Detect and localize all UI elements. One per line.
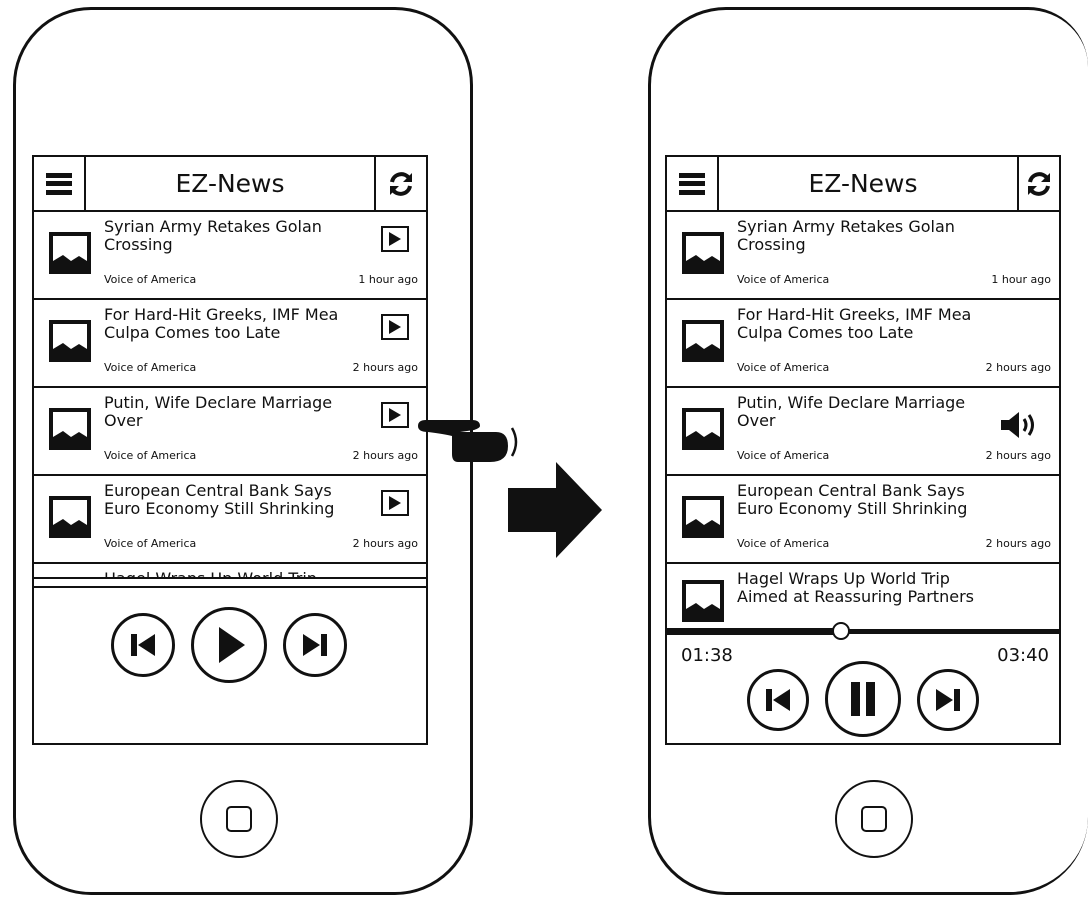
news-time: 2 hours ago bbox=[352, 449, 418, 462]
skip-previous-icon bbox=[766, 689, 790, 711]
refresh-icon bbox=[1028, 171, 1050, 196]
previous-button[interactable] bbox=[111, 613, 175, 677]
news-headline: European Central Bank Says Euro Economy … bbox=[104, 481, 335, 518]
menu-button[interactable] bbox=[667, 157, 719, 210]
news-source: Voice of America bbox=[737, 537, 830, 550]
player-divider bbox=[34, 586, 426, 588]
news-headline: Putin, Wife Declare Marriage Over bbox=[737, 393, 966, 430]
news-headline: Syrian Army Retakes Golan Crossing bbox=[737, 217, 955, 254]
skip-previous-icon bbox=[131, 634, 155, 656]
news-source: Voice of America bbox=[737, 361, 830, 374]
app-screen-after: EZ-News Syrian Army Retakes Golan Crossi… bbox=[665, 155, 1061, 745]
home-icon bbox=[861, 806, 887, 832]
app-header: EZ-News bbox=[667, 157, 1059, 212]
skip-next-icon bbox=[303, 634, 327, 656]
news-headline: Putin, Wife Declare Marriage Over bbox=[104, 393, 333, 430]
progress-fill bbox=[667, 628, 842, 635]
skip-next-icon bbox=[936, 689, 960, 711]
image-icon bbox=[682, 496, 724, 538]
image-icon bbox=[49, 320, 91, 362]
news-source: Voice of America bbox=[104, 361, 197, 374]
player-bar bbox=[34, 577, 426, 743]
image-icon bbox=[682, 408, 724, 450]
news-item[interactable]: Syrian Army Retakes Golan Crossing Voice… bbox=[34, 212, 426, 300]
play-pause-button[interactable] bbox=[825, 661, 901, 737]
news-source: Voice of America bbox=[104, 449, 197, 462]
image-icon bbox=[49, 496, 91, 538]
news-source: Voice of America bbox=[104, 537, 197, 550]
news-headline: For Hard-Hit Greeks, IMF Mea Culpa Comes… bbox=[104, 305, 339, 342]
news-time: 2 hours ago bbox=[985, 537, 1051, 550]
news-item[interactable]: Putin, Wife Declare Marriage Over Voice … bbox=[34, 388, 426, 476]
hamburger-icon bbox=[679, 172, 705, 195]
refresh-icon bbox=[390, 171, 412, 196]
menu-button[interactable] bbox=[34, 157, 86, 210]
pause-icon bbox=[851, 682, 875, 716]
elapsed-time: 01:38 bbox=[681, 645, 733, 666]
news-item[interactable]: For Hard-Hit Greeks, IMF Mea Culpa Comes… bbox=[667, 300, 1059, 388]
play-button[interactable] bbox=[381, 402, 409, 428]
app-title: EZ-News bbox=[175, 169, 285, 198]
news-source: Voice of America bbox=[737, 449, 830, 462]
play-pause-button[interactable] bbox=[191, 607, 267, 683]
news-headline: Syrian Army Retakes Golan Crossing bbox=[104, 217, 322, 254]
total-duration: 03:40 bbox=[997, 645, 1049, 666]
image-icon bbox=[49, 408, 91, 450]
hamburger-icon bbox=[46, 172, 72, 195]
play-icon bbox=[389, 232, 401, 246]
play-icon bbox=[389, 496, 401, 510]
news-source: Voice of America bbox=[737, 273, 830, 286]
next-button[interactable] bbox=[283, 613, 347, 677]
news-time: 2 hours ago bbox=[985, 361, 1051, 374]
home-icon bbox=[226, 806, 252, 832]
progress-slider-handle[interactable] bbox=[832, 622, 851, 640]
news-headline: European Central Bank Says Euro Economy … bbox=[737, 481, 968, 518]
speaker-icon bbox=[1001, 412, 1034, 438]
home-button[interactable] bbox=[835, 780, 913, 858]
news-item[interactable]: European Central Bank Says Euro Economy … bbox=[667, 476, 1059, 564]
news-source: Voice of America bbox=[104, 273, 197, 286]
play-icon bbox=[389, 320, 401, 334]
refresh-button[interactable] bbox=[1017, 157, 1059, 210]
news-item-playing[interactable]: Putin, Wife Declare Marriage Over Voice … bbox=[667, 388, 1059, 476]
right-arrow-icon bbox=[508, 462, 602, 558]
play-button[interactable] bbox=[381, 314, 409, 340]
player-bar: 01:38 03:40 bbox=[667, 622, 1059, 743]
home-button[interactable] bbox=[200, 780, 278, 858]
play-icon bbox=[389, 408, 401, 422]
image-icon bbox=[49, 232, 91, 274]
app-header: EZ-News bbox=[34, 157, 426, 212]
play-button[interactable] bbox=[381, 226, 409, 252]
app-screen-before: EZ-News Syrian Army Retakes Golan Crossi… bbox=[32, 155, 428, 745]
image-icon bbox=[682, 580, 724, 622]
news-item[interactable]: European Central Bank Says Euro Economy … bbox=[34, 476, 426, 564]
news-time: 1 hour ago bbox=[991, 273, 1051, 286]
news-time: 2 hours ago bbox=[352, 361, 418, 374]
app-title: EZ-News bbox=[808, 169, 918, 198]
news-item[interactable]: For Hard-Hit Greeks, IMF Mea Culpa Comes… bbox=[34, 300, 426, 388]
news-time: 1 hour ago bbox=[358, 273, 418, 286]
news-item[interactable]: Syrian Army Retakes Golan Crossing Voice… bbox=[667, 212, 1059, 300]
news-headline: Hagel Wraps Up World Trip Aimed at Reass… bbox=[737, 569, 974, 606]
previous-button[interactable] bbox=[747, 669, 809, 731]
play-button[interactable] bbox=[381, 490, 409, 516]
next-button[interactable] bbox=[917, 669, 979, 731]
news-list: Syrian Army Retakes Golan Crossing Voice… bbox=[667, 212, 1059, 652]
image-icon bbox=[682, 232, 724, 274]
news-time: 2 hours ago bbox=[985, 449, 1051, 462]
news-time: 2 hours ago bbox=[352, 537, 418, 550]
news-headline: For Hard-Hit Greeks, IMF Mea Culpa Comes… bbox=[737, 305, 972, 342]
image-icon bbox=[682, 320, 724, 362]
play-icon bbox=[219, 627, 245, 663]
refresh-button[interactable] bbox=[374, 157, 426, 210]
